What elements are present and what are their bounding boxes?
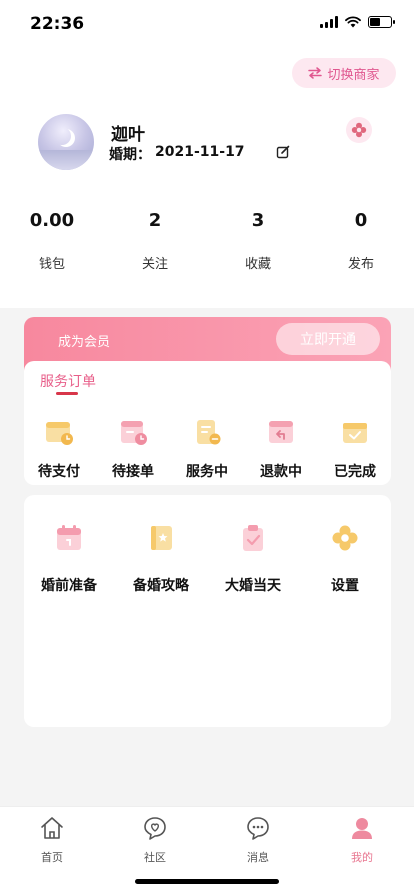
status-icons: [320, 16, 395, 28]
tools-card: 婚前准备 备婚攻略 大婚当天 设置: [24, 495, 391, 727]
tool-settings[interactable]: 设置: [300, 523, 390, 595]
edit-icon[interactable]: [276, 145, 290, 159]
stat-value: 3: [251, 210, 265, 231]
order-completed[interactable]: 已完成: [320, 417, 390, 481]
wedding-date-value: 2021-11-17: [155, 144, 245, 160]
home-icon: [41, 817, 63, 839]
calendar-icon: [57, 525, 81, 550]
stat-label: 收藏: [244, 257, 271, 272]
avatar[interactable]: [38, 114, 94, 170]
wedding-date-label: 婚期：: [109, 147, 151, 163]
stat-label: 关注: [141, 257, 168, 272]
switch-arrows-icon: [308, 67, 323, 79]
clipboard-check-icon: [243, 525, 263, 551]
tool-wedding-day[interactable]: 大婚当天: [208, 523, 298, 595]
tool-prewedding-prep[interactable]: 婚前准备: [24, 523, 114, 595]
stat-value: 0: [354, 210, 368, 231]
tool-label: 设置: [331, 578, 359, 594]
home-indicator: [135, 879, 279, 884]
order-label: 服务中: [186, 464, 228, 480]
status-bar: 22:36: [0, 0, 414, 48]
stat-posts[interactable]: 0 发布: [321, 210, 401, 272]
settings-flower-icon: [332, 525, 358, 551]
flower-icon: [351, 122, 367, 138]
wedding-date-row: 婚期： 2021-11-17: [109, 144, 245, 164]
stat-value: 2: [148, 210, 162, 231]
switch-merchant-button[interactable]: 切换商家: [292, 58, 396, 88]
tab-messages[interactable]: 消息: [223, 815, 293, 865]
stat-value: 0.00: [29, 210, 75, 231]
stat-following[interactable]: 2 关注: [115, 210, 195, 272]
tool-label: 婚前准备: [41, 578, 97, 594]
switch-merchant-label: 切换商家: [327, 67, 380, 83]
avatar-moon: [53, 127, 71, 145]
order-label: 待接单: [112, 464, 154, 480]
profile-icon: [352, 818, 372, 839]
community-icon: [144, 817, 166, 840]
stat-label: 发布: [347, 257, 374, 272]
tab-label: 社区: [144, 851, 166, 864]
service-orders-title: 服务订单: [40, 374, 96, 390]
calendar-clock-icon: [121, 421, 147, 445]
status-time: 22:36: [30, 14, 85, 34]
tab-profile[interactable]: 我的: [327, 815, 397, 865]
message-icon: [247, 817, 269, 840]
membership-text: 成为会员: [58, 335, 111, 350]
guide-book-icon: [151, 526, 172, 550]
tab-label: 我的: [351, 851, 373, 864]
order-refunding[interactable]: 退款中: [246, 417, 316, 481]
tab-label: 消息: [247, 851, 269, 864]
title-underline: [56, 392, 78, 395]
service-orders-card: 服务订单 待支付 待接单 服务中 退款中 已完成: [24, 361, 391, 485]
refund-icon: [269, 421, 293, 443]
wallet-clock-icon: [46, 422, 73, 445]
order-label: 待支付: [38, 464, 80, 480]
user-name: 迦叶: [111, 125, 145, 145]
order-label: 退款中: [260, 464, 302, 480]
order-awaiting-acceptance[interactable]: 待接单: [98, 417, 168, 481]
stat-favorites[interactable]: 3 收藏: [218, 210, 298, 272]
tab-home[interactable]: 首页: [17, 815, 87, 865]
order-in-service[interactable]: 服务中: [172, 417, 242, 481]
tool-label: 备婚攻略: [133, 578, 189, 594]
document-progress-icon: [197, 420, 221, 445]
order-pending-payment[interactable]: 待支付: [24, 417, 94, 481]
avatar-sea: [38, 150, 94, 170]
wifi-icon: [345, 16, 361, 28]
tab-community[interactable]: 社区: [120, 815, 190, 865]
stat-wallet[interactable]: 0.00 钱包: [12, 210, 92, 272]
tool-wedding-guide[interactable]: 备婚攻略: [116, 523, 206, 595]
signal-icon: [320, 16, 338, 28]
activate-membership-button[interactable]: 立即开通: [276, 323, 380, 355]
battery-icon: [368, 16, 395, 28]
order-label: 已完成: [334, 464, 376, 480]
tool-label: 大婚当天: [225, 578, 281, 594]
stat-label: 钱包: [38, 257, 65, 272]
box-check-icon: [343, 423, 367, 443]
battery-level: [370, 18, 380, 26]
tab-label: 首页: [41, 851, 63, 864]
settings-flower-button[interactable]: [346, 117, 372, 143]
